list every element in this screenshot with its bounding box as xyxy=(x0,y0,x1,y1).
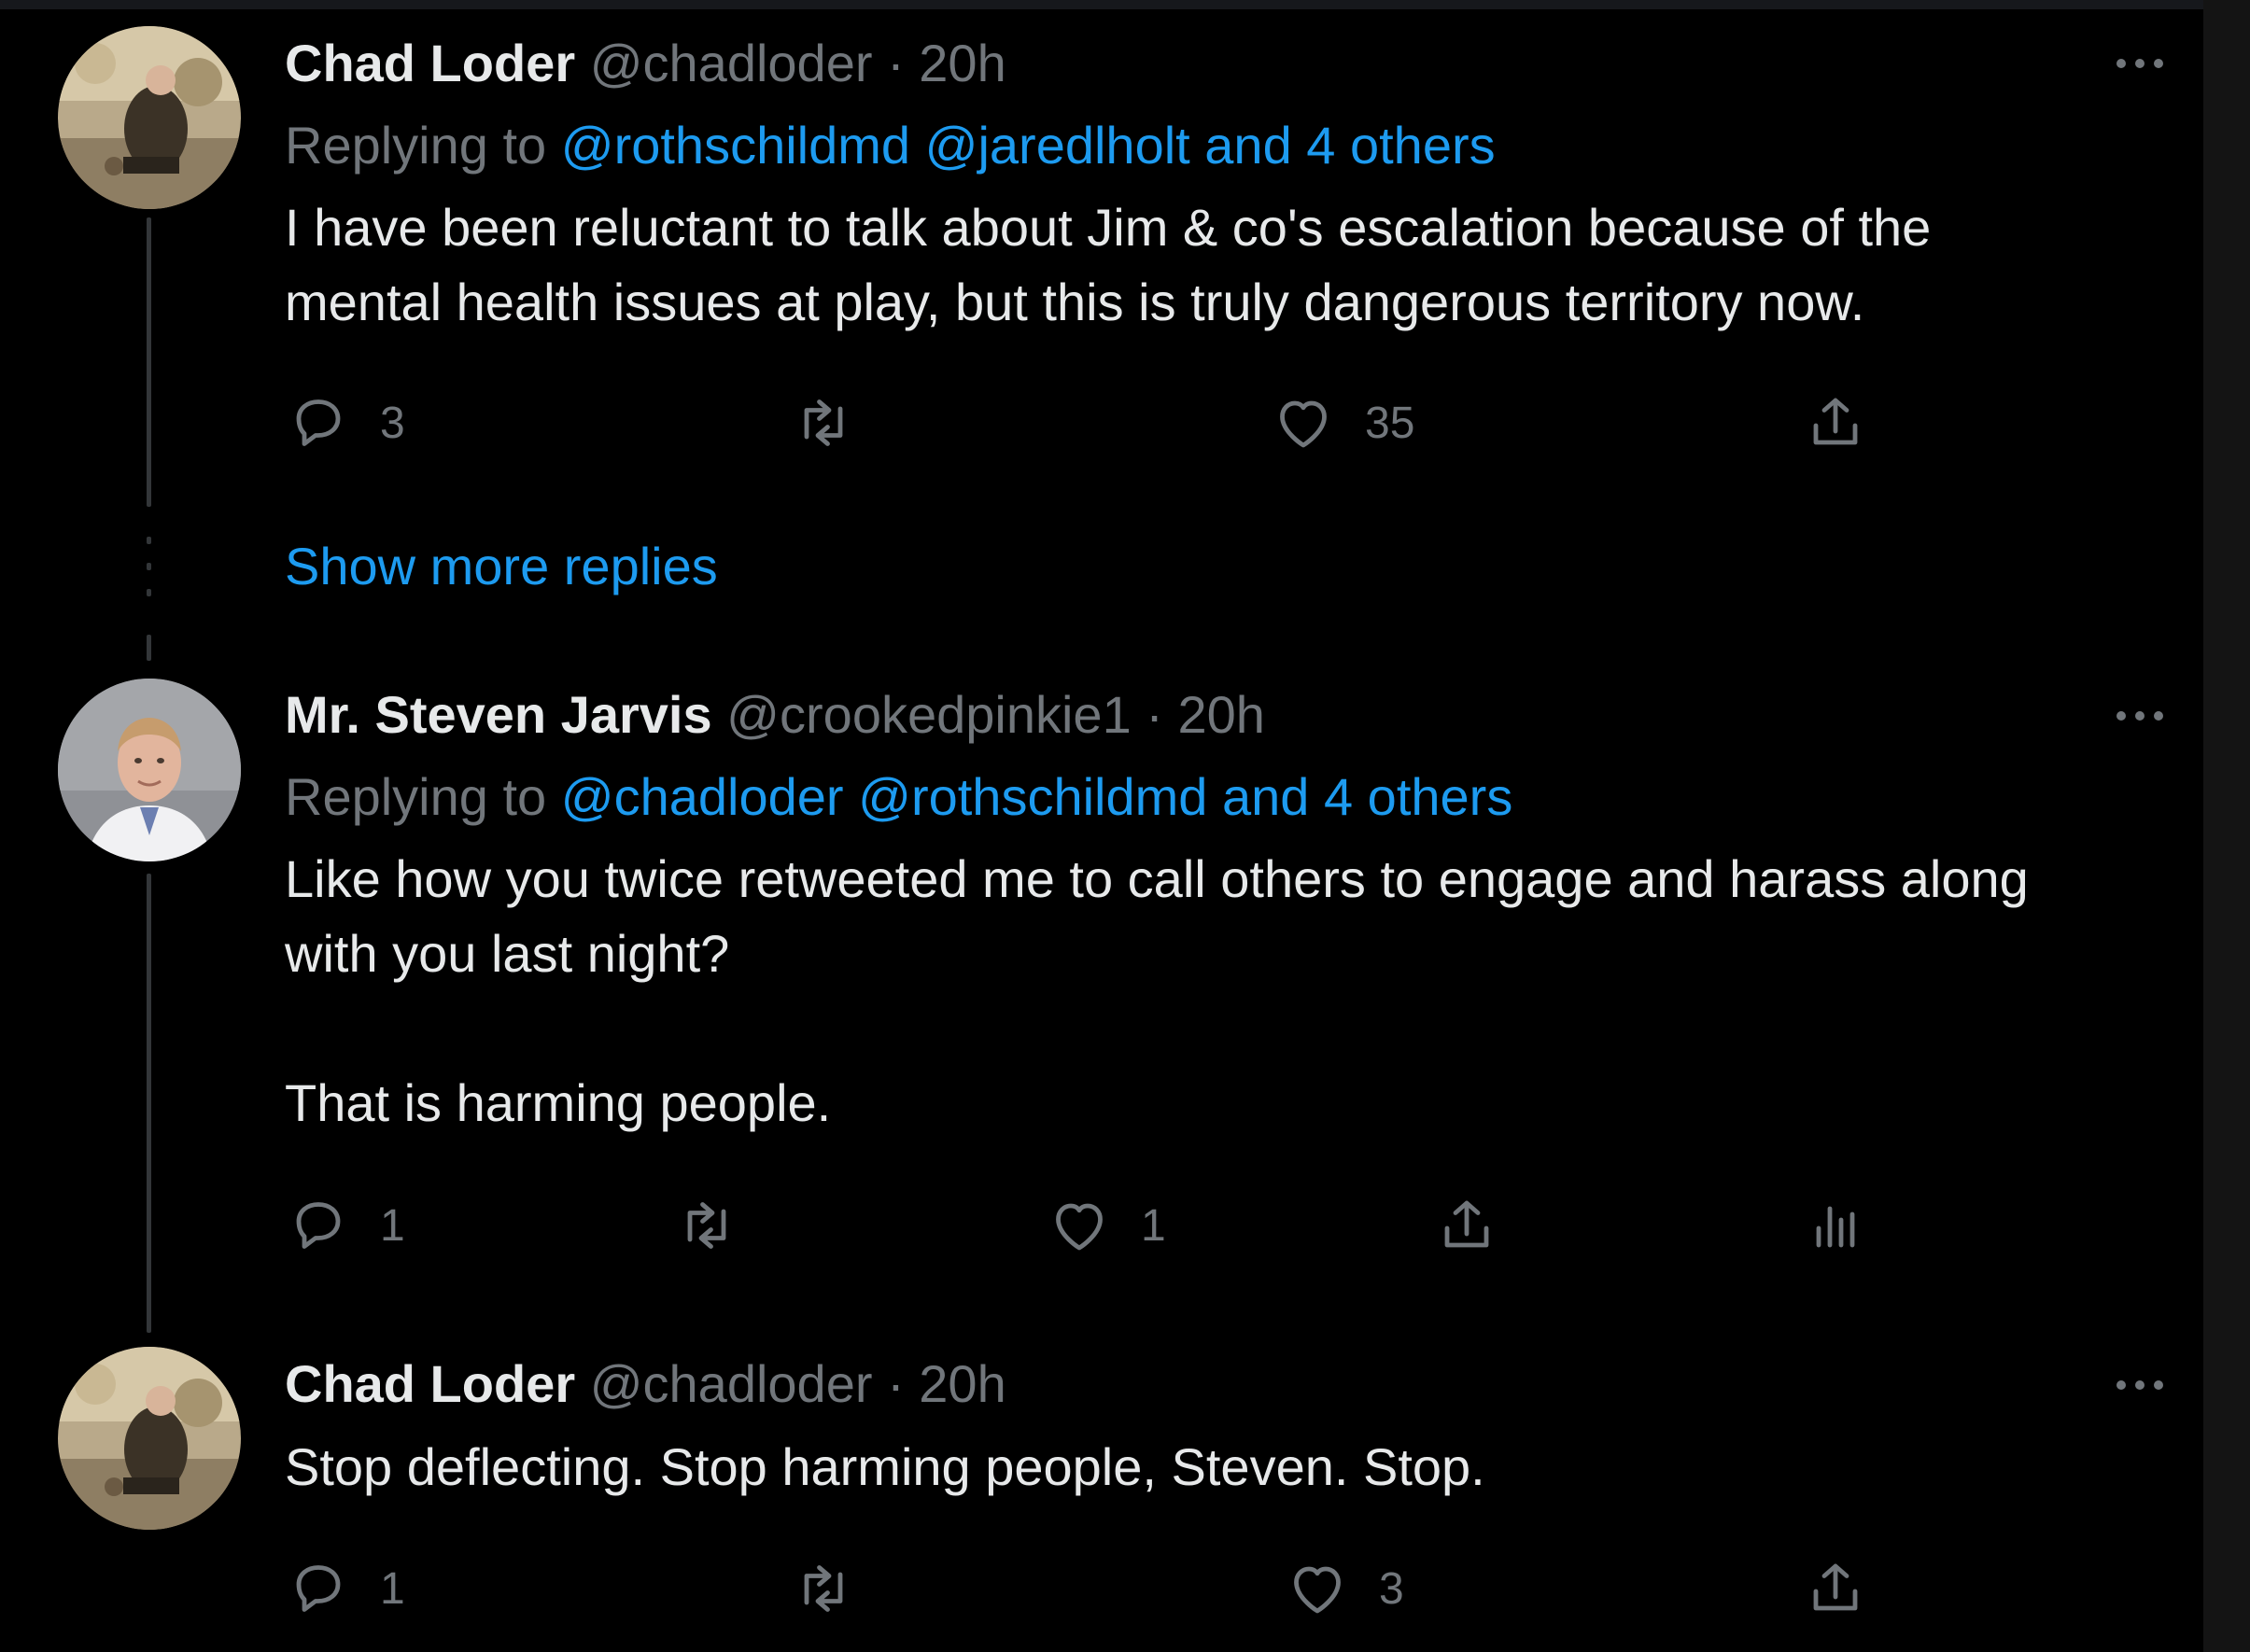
like-count: 1 xyxy=(1141,1200,1166,1251)
like-button[interactable]: 3 xyxy=(1284,1551,1404,1626)
reply-icon xyxy=(296,399,341,446)
reply-count: 1 xyxy=(380,1200,405,1251)
author-name[interactable]: Chad Loder xyxy=(285,1354,575,1413)
analytics-button[interactable] xyxy=(1802,1188,1869,1263)
thread-dot xyxy=(147,589,151,596)
analytics-icon xyxy=(1816,1206,1855,1248)
author-name[interactable]: Mr. Steven Jarvis xyxy=(285,685,712,744)
share-button[interactable] xyxy=(1802,1551,1869,1626)
separator-dot: · xyxy=(887,34,905,92)
thread-line xyxy=(147,217,151,507)
retweet-button[interactable] xyxy=(672,1188,741,1263)
thread-dot xyxy=(147,537,151,544)
more-icon[interactable] xyxy=(2112,1376,2168,1394)
reply-icon xyxy=(296,1565,341,1612)
retweet-button[interactable] xyxy=(789,385,858,460)
retweet-icon xyxy=(804,1565,843,1612)
mention-link[interactable]: @rothschildmd xyxy=(858,767,1207,826)
retweet-icon xyxy=(687,1202,726,1249)
heart-icon xyxy=(1056,1203,1103,1251)
scrollbar-track[interactable] xyxy=(2203,0,2250,1652)
thread-line xyxy=(147,874,151,1333)
tweet-text: I have been reluctant to talk about Jim … xyxy=(285,198,1932,331)
share-button[interactable] xyxy=(1433,1188,1500,1263)
show-more-replies-link[interactable]: Show more replies xyxy=(285,534,718,599)
reply-count: 1 xyxy=(380,1563,405,1614)
like-count: 3 xyxy=(1379,1563,1404,1614)
thread-line xyxy=(147,635,151,661)
reply-icon xyxy=(296,1202,341,1249)
timestamp[interactable]: 20h xyxy=(919,34,1005,92)
author-name[interactable]: Chad Loder xyxy=(285,34,575,92)
avatar[interactable] xyxy=(58,679,241,861)
avatar[interactable] xyxy=(58,1347,241,1530)
timestamp[interactable]: 20h xyxy=(1178,685,1265,744)
like-count: 35 xyxy=(1365,398,1415,448)
mention-link[interactable]: @jaredlholt xyxy=(925,116,1190,175)
reply-button[interactable]: 1 xyxy=(285,1188,405,1263)
others-link[interactable]: and 4 others xyxy=(1222,767,1512,826)
others-link[interactable]: and 4 others xyxy=(1204,116,1495,175)
mention-link[interactable]: @chadloder xyxy=(561,767,844,826)
thread-dot xyxy=(147,563,151,570)
replying-label: Replying to xyxy=(285,116,547,175)
tweet-text: Like how you twice retweeted me to call … xyxy=(285,849,2029,1132)
heart-icon xyxy=(1294,1566,1341,1614)
replying-to: Replying to @chadloder @rothschildmd and… xyxy=(285,767,1512,827)
replying-label: Replying to xyxy=(285,767,547,826)
heart-icon xyxy=(1280,400,1327,448)
like-button[interactable]: 1 xyxy=(1046,1188,1166,1263)
author-handle[interactable]: @chadloder xyxy=(590,1354,873,1413)
share-icon xyxy=(1813,398,1858,445)
replying-to: Replying to @rothschildmd @jaredlholt an… xyxy=(285,116,1496,175)
share-icon xyxy=(1813,1563,1858,1611)
tweet-text: Stop deflecting. Stop harming people, St… xyxy=(285,1437,1485,1496)
avatar[interactable] xyxy=(58,26,241,209)
timestamp[interactable]: 20h xyxy=(919,1354,1005,1413)
author-handle[interactable]: @crookedpinkie1 xyxy=(726,685,1132,744)
separator-dot: · xyxy=(1146,685,1163,744)
separator-dot: · xyxy=(887,1354,905,1413)
retweet-icon xyxy=(804,399,843,446)
mention-link[interactable]: @rothschildmd xyxy=(561,116,910,175)
share-icon xyxy=(1444,1200,1489,1248)
reply-button[interactable]: 1 xyxy=(285,1551,405,1626)
author-handle[interactable]: @chadloder xyxy=(590,34,873,92)
reply-count: 3 xyxy=(380,398,405,448)
more-icon[interactable] xyxy=(2112,54,2168,73)
share-button[interactable] xyxy=(1802,385,1869,460)
like-button[interactable]: 35 xyxy=(1270,385,1414,460)
retweet-button[interactable] xyxy=(789,1551,858,1626)
more-icon[interactable] xyxy=(2112,707,2168,725)
reply-button[interactable]: 3 xyxy=(285,385,405,460)
